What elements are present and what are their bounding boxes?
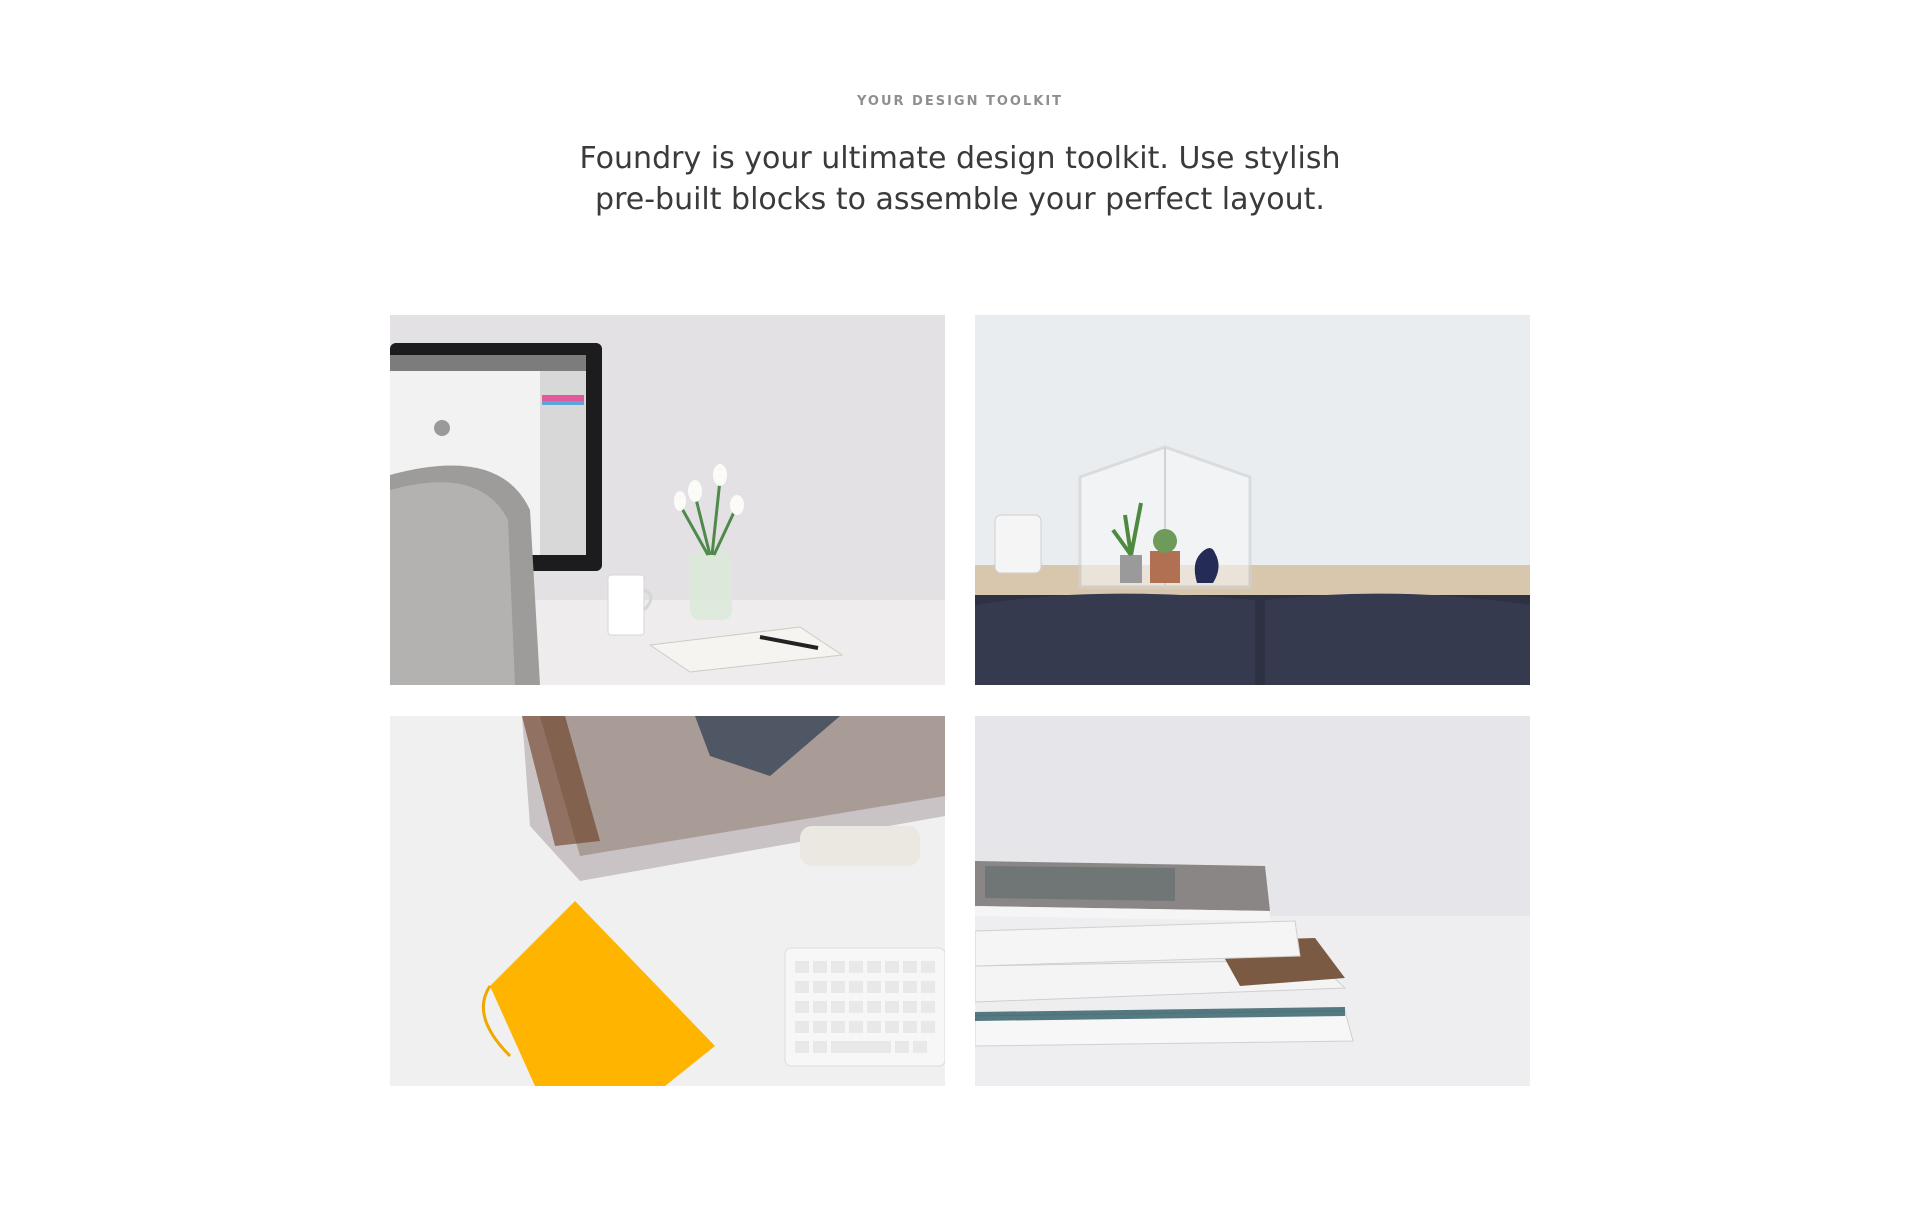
section-eyebrow: YOUR DESIGN TOOLKIT <box>856 94 1064 109</box>
gallery-image-yellow-notebook <box>390 716 945 1086</box>
lead-line-2: pre-built blocks to assemble your perfec… <box>595 182 1325 217</box>
desk-monitor-photo <box>390 315 945 685</box>
section-lead: Foundry is your ultimate design toolkit.… <box>560 138 1360 220</box>
greenhouse-photo <box>975 315 1530 685</box>
gallery-image-greenhouse <box>975 315 1530 685</box>
image-gallery <box>390 315 1530 1086</box>
feature-section: YOUR DESIGN TOOLKIT Foundry is your ulti… <box>0 0 1920 1206</box>
gallery-image-magazines <box>975 716 1530 1086</box>
yellow-notebook-photo <box>390 716 945 1086</box>
gallery-image-desk-monitor <box>390 315 945 685</box>
magazines-photo <box>975 716 1530 1086</box>
lead-line-1: Foundry is your ultimate design toolkit.… <box>579 141 1341 176</box>
